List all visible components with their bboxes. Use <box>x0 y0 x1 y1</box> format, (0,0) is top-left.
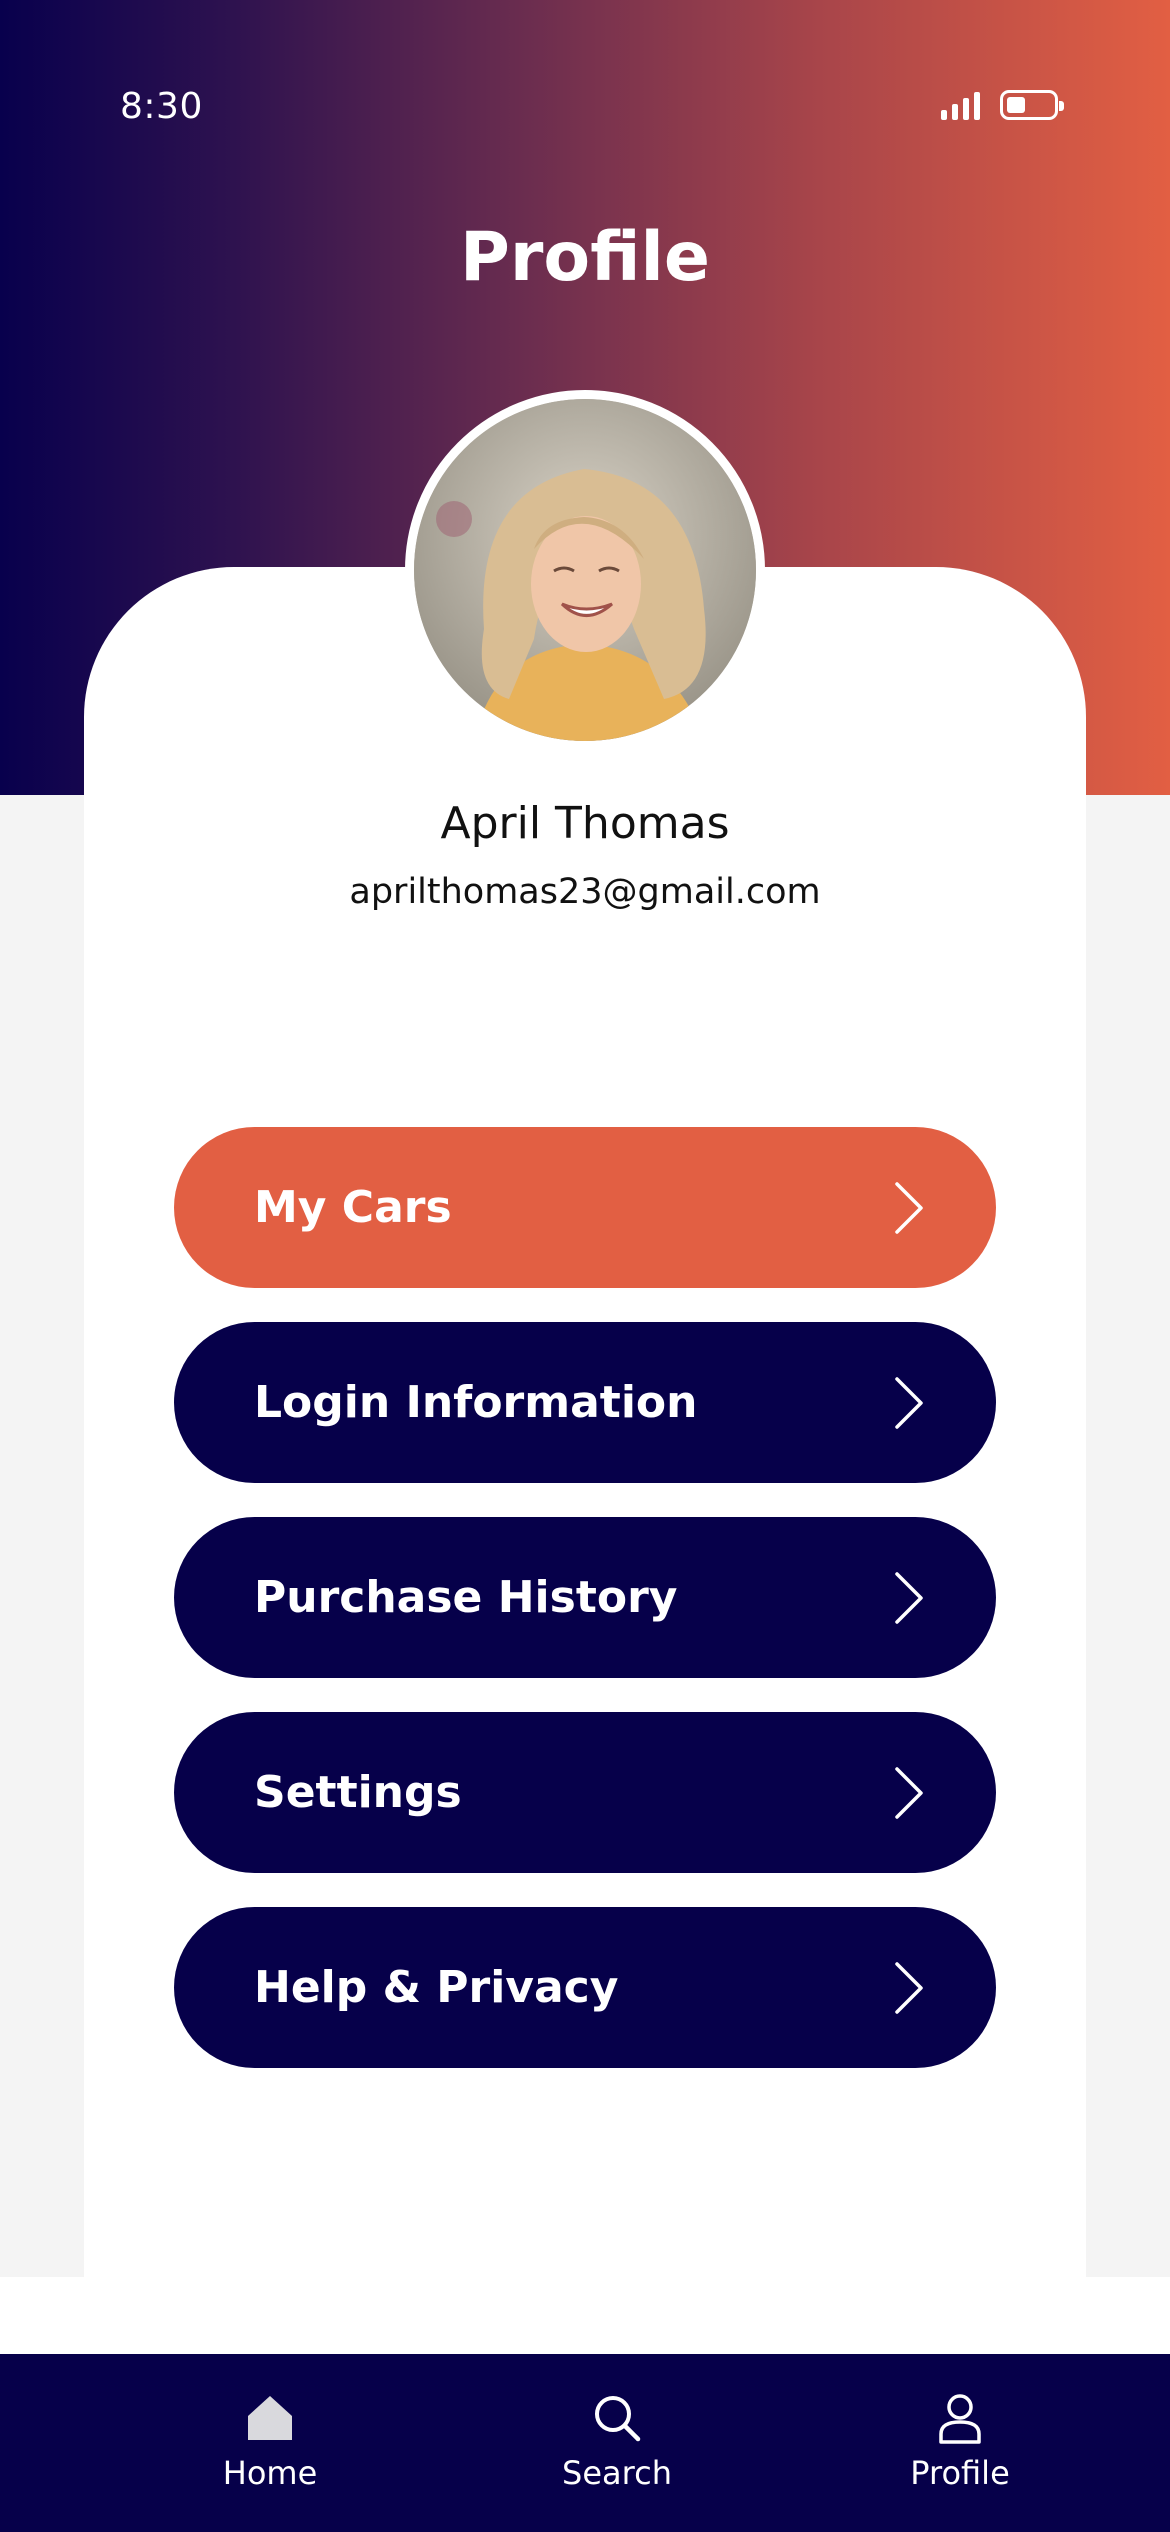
status-icons <box>941 90 1064 120</box>
profile-icon <box>939 2394 981 2444</box>
chevron-right-icon <box>895 1961 923 2014</box>
content-footer-strip <box>0 2277 1170 2354</box>
home-icon <box>248 2396 292 2440</box>
nav-profile[interactable]: Profile <box>850 2354 1070 2532</box>
menu-item-label: Login Information <box>254 1377 698 1428</box>
nav-label-home: Home <box>222 2454 318 2492</box>
menu-item-purchase-history[interactable]: Purchase History <box>174 1517 996 1678</box>
signal-icon <box>941 90 980 120</box>
page-title: Profile <box>460 218 710 297</box>
avatar[interactable] <box>405 390 765 750</box>
nav-search[interactable]: Search <box>507 2354 727 2532</box>
menu-item-label: My Cars <box>254 1182 452 1233</box>
menu-item-login-information[interactable]: Login Information <box>174 1322 996 1483</box>
user-name: April Thomas <box>440 798 730 849</box>
menu-item-label: Purchase History <box>254 1572 678 1623</box>
status-time: 8:30 <box>120 86 203 127</box>
profile-screen: 8:30 Profile April Thomas aprilthomas23@… <box>0 0 1170 2532</box>
profile-menu: My Cars Login Information Purchase Histo… <box>174 1127 996 2102</box>
menu-item-settings[interactable]: Settings <box>174 1712 996 1873</box>
nav-label-profile: Profile <box>910 2454 1010 2492</box>
chevron-right-icon <box>895 1181 923 1234</box>
avatar-photo <box>414 399 756 741</box>
bottom-nav: Home Search Profile <box>0 2354 1170 2532</box>
user-email: aprilthomas23@gmail.com <box>349 872 821 912</box>
battery-icon <box>1000 90 1064 120</box>
menu-item-my-cars[interactable]: My Cars <box>174 1127 996 1288</box>
chevron-right-icon <box>895 1571 923 1624</box>
menu-item-label: Help & Privacy <box>254 1962 619 2013</box>
menu-item-help-privacy[interactable]: Help & Privacy <box>174 1907 996 2068</box>
search-icon <box>595 2396 641 2442</box>
chevron-right-icon <box>895 1766 923 1819</box>
nav-home[interactable]: Home <box>160 2354 380 2532</box>
menu-item-label: Settings <box>254 1767 462 1818</box>
chevron-right-icon <box>895 1376 923 1429</box>
nav-label-search: Search <box>562 2454 672 2492</box>
